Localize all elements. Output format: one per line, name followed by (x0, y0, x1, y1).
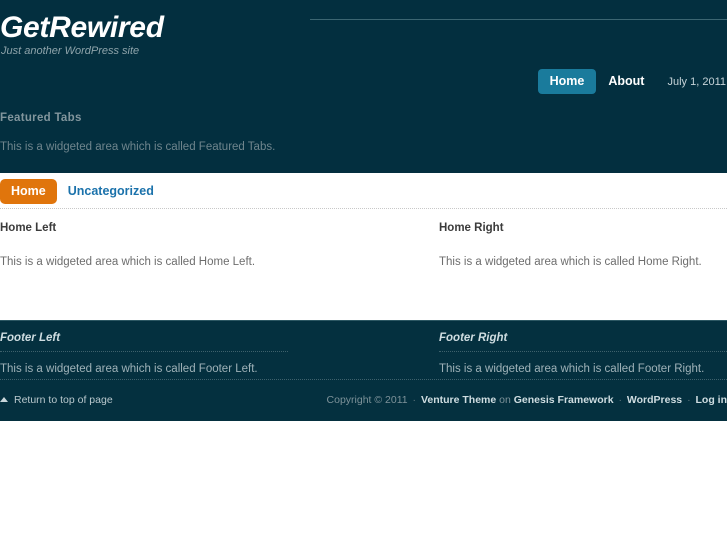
home-left-title: Home Left (0, 222, 57, 234)
home-widget-columns: Home Left This is a widgeted area which … (0, 209, 727, 320)
featured-tabs-title: Featured Tabs (0, 112, 82, 124)
return-to-top-label: Return to top of page (14, 394, 113, 406)
wordpress-link[interactable]: WordPress (627, 394, 682, 406)
caret-up-icon (0, 396, 8, 402)
home-right-widget: Home Right This is a widgeted area which… (439, 209, 727, 270)
credit-separator-1: · (412, 394, 417, 406)
primary-navigation: Home About July 1, 2011 (537, 69, 727, 94)
footer-left-widget: Footer Left This is a widgeted area whic… (0, 321, 288, 377)
credit-separator-3: · (687, 394, 691, 406)
header-divider-rule (310, 19, 727, 20)
subnav-item-home[interactable]: Home (0, 179, 57, 204)
footer-widget-columns: Footer Left This is a widgeted area whic… (0, 320, 727, 379)
header-date: July 1, 2011 (667, 75, 726, 88)
login-link[interactable]: Log in (696, 394, 727, 406)
venture-theme-link[interactable]: Venture Theme (421, 394, 496, 406)
secondary-navigation: Home Uncategorized (0, 179, 165, 204)
nav-item-about[interactable]: About (596, 69, 656, 94)
site-header: GetRewired Just another WordPress site H… (0, 0, 727, 105)
footer-left-title: Footer Left (0, 331, 288, 352)
footer-right-title: Footer Right (439, 331, 727, 352)
copyright-text: Copyright © 2011 (326, 394, 408, 406)
secondary-navigation-bar: Home Uncategorized (0, 173, 727, 209)
footer-left-text: This is a widgeted area which is called … (0, 363, 258, 375)
site-title: GetRewired (0, 11, 164, 44)
footer-right-widget: Footer Right This is a widgeted area whi… (439, 321, 727, 377)
home-right-title: Home Right (439, 222, 504, 234)
subnav-item-uncategorized[interactable]: Uncategorized (57, 179, 165, 204)
return-to-top-link[interactable]: Return to top of page (0, 393, 113, 407)
footer-credits: Copyright © 2011 · Venture Theme on Gene… (327, 393, 727, 407)
site-tagline: Just another WordPress site (1, 45, 140, 57)
genesis-framework-link[interactable]: Genesis Framework (514, 394, 614, 406)
footer-bar: Return to top of page Copyright © 2011 ·… (0, 379, 727, 421)
featured-tabs-text: This is a widgeted area which is called … (0, 141, 276, 153)
home-left-widget: Home Left This is a widgeted area which … (0, 209, 288, 270)
credit-on-word: on (499, 394, 511, 406)
nav-item-home[interactable]: Home (537, 69, 597, 94)
home-right-text: This is a widgeted area which is called … (439, 256, 702, 268)
featured-tabs-section: Featured Tabs This is a widgeted area wh… (0, 105, 727, 173)
page-root: GetRewired Just another WordPress site H… (0, 0, 727, 545)
home-left-text: This is a widgeted area which is called … (0, 256, 256, 268)
credit-separator-2: · (618, 394, 622, 406)
footer-right-text: This is a widgeted area which is called … (439, 363, 705, 375)
